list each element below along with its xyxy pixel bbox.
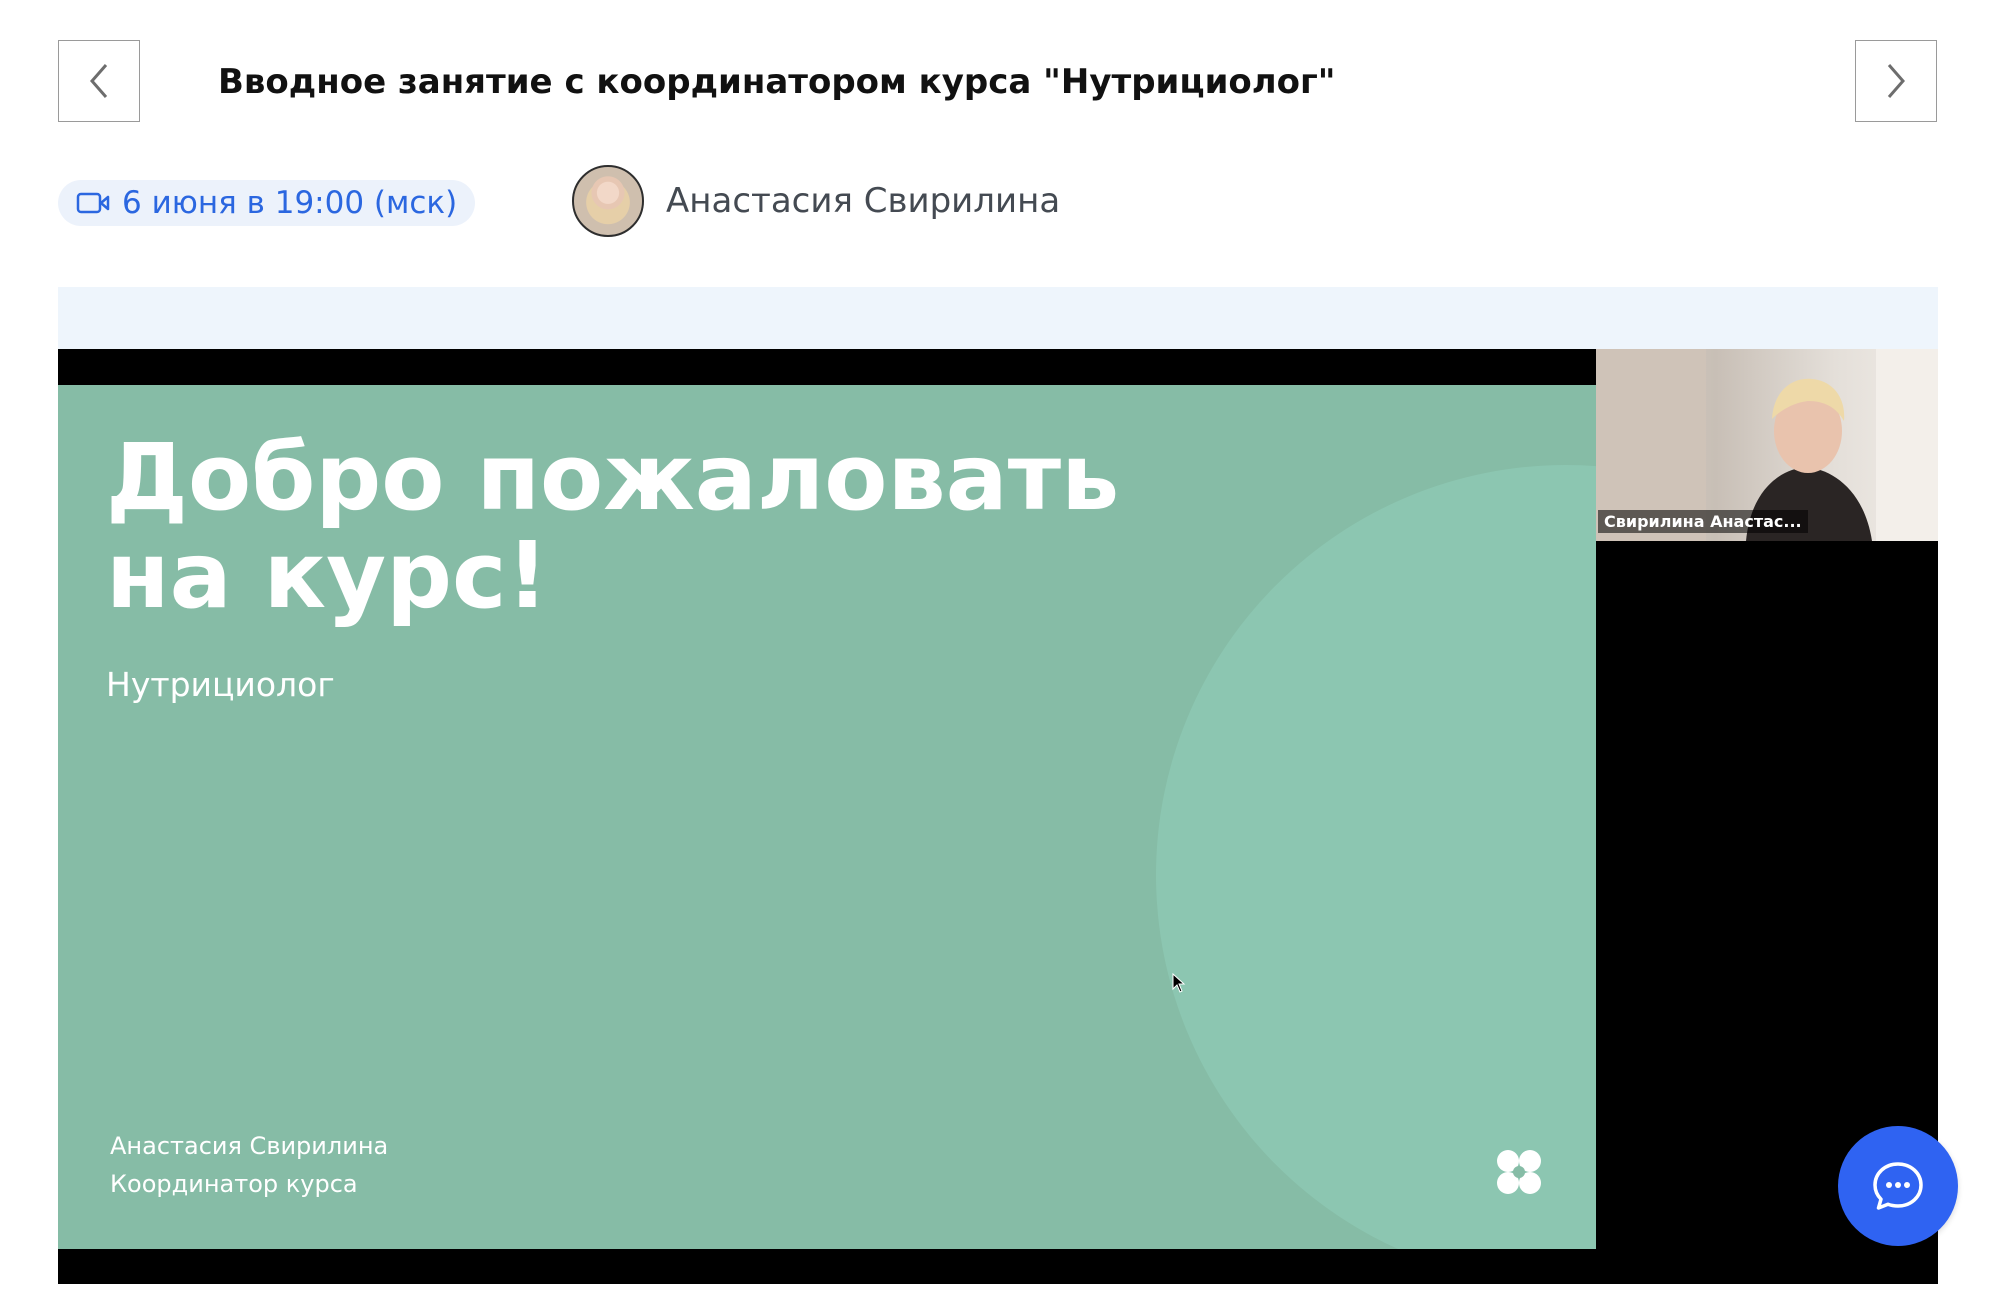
next-lesson-button[interactable]: [1855, 40, 1937, 122]
slide-title: Добро пожаловать на курс!: [106, 429, 1206, 625]
chevron-left-icon: [90, 64, 108, 98]
mouse-cursor-icon: [1172, 973, 1186, 993]
presentation-slide: Добро пожаловать на курс! Нутрициолог Ан…: [58, 385, 1596, 1249]
slide-author-role: Координатор курса: [110, 1170, 358, 1198]
slide-title-line-2: на курс!: [106, 522, 549, 629]
slide-decor-circle: [1156, 465, 1596, 1249]
page-title: Вводное занятие с координатором курса "Н…: [218, 62, 1336, 102]
slide-author-name: Анастасия Свирилина: [110, 1132, 389, 1160]
speaker-name: Анастасия Свирилина: [666, 181, 1061, 221]
avatar: [572, 165, 644, 237]
speaker-webcam: Свирилина Анастас...: [1596, 349, 1938, 541]
slide-author: Анастасия Свирилина Координатор курса: [110, 1127, 388, 1203]
chat-bubble-icon: [1873, 1162, 1923, 1210]
chevron-right-icon: [1887, 64, 1905, 98]
lesson-date: 6 июня в 19:00 (мск): [122, 185, 458, 221]
date-badge: 6 июня в 19:00 (мск): [58, 180, 476, 226]
webcam-label: Свирилина Анастас...: [1598, 510, 1808, 533]
video-camera-icon: [76, 192, 110, 214]
chat-button[interactable]: [1838, 1126, 1958, 1246]
slide-title-line-1: Добро пожаловать: [106, 424, 1120, 531]
previous-lesson-button[interactable]: [58, 40, 140, 122]
four-petal-logo-icon: [1497, 1150, 1541, 1194]
player-header-strip: [58, 287, 1938, 349]
slide-subtitle: Нутрициолог: [106, 665, 335, 704]
video-player[interactable]: Добро пожаловать на курс! Нутрициолог Ан…: [58, 349, 1938, 1284]
speaker-info: Анастасия Свирилина: [572, 165, 1060, 237]
